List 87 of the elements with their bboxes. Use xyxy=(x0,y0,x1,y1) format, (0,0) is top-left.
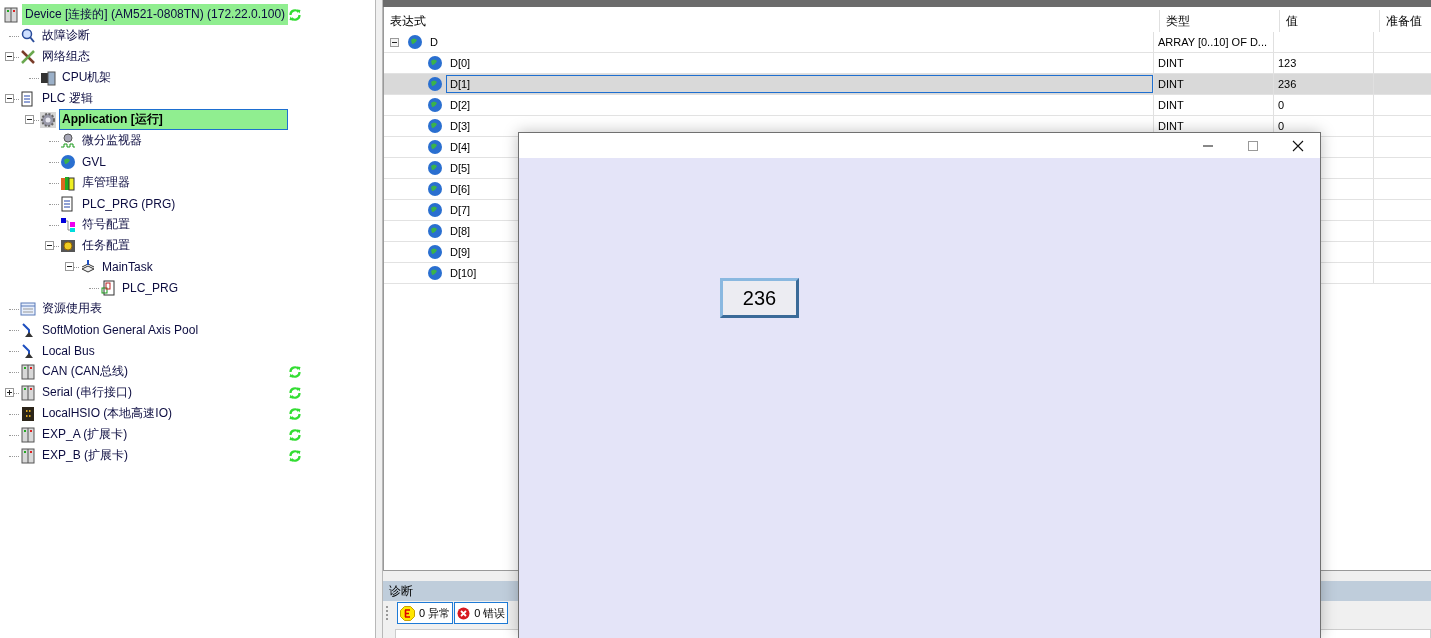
module-icon xyxy=(20,363,36,380)
rack-icon xyxy=(40,69,56,86)
exception-icon xyxy=(400,605,415,621)
tree-item[interactable]: 微分监视器 xyxy=(79,130,145,151)
expander-icon[interactable] xyxy=(390,37,399,47)
globe-icon xyxy=(427,202,443,218)
error-icon xyxy=(457,606,471,620)
globe-icon xyxy=(427,118,443,134)
magnifier-icon xyxy=(20,27,36,44)
tree-item[interactable]: 符号配置 xyxy=(79,214,133,235)
table-cell: 0 xyxy=(1278,120,1285,132)
expander-icon[interactable] xyxy=(5,52,14,61)
value-display[interactable]: 236 xyxy=(720,278,799,318)
tree-item[interactable]: Device [连接的] (AM521-0808TN) (172.22.0.100) xyxy=(22,4,289,25)
column-header: 表达式 xyxy=(389,12,427,30)
tree-item[interactable]: 库管理器 xyxy=(79,172,133,193)
webcam-icon xyxy=(60,132,76,149)
table-cell: DINT xyxy=(1158,57,1184,69)
globe-icon xyxy=(427,55,443,71)
tree-item[interactable]: Application [运行] xyxy=(59,109,288,130)
lever-icon xyxy=(20,342,36,359)
column-header: 值 xyxy=(1279,10,1379,32)
globe-icon xyxy=(427,181,443,197)
table-cell: DINT xyxy=(1158,99,1184,111)
tree-item[interactable]: PLC_PRG (PRG) xyxy=(79,194,179,213)
table-cell: 236 xyxy=(1278,78,1297,90)
table-cell[interactable]: D[2] xyxy=(446,96,1153,114)
globe-icon xyxy=(427,160,443,176)
filter-button[interactable]: 0 错误 xyxy=(454,602,509,624)
globe-icon xyxy=(427,76,443,92)
squares-icon xyxy=(60,216,76,233)
maximize-icon[interactable] xyxy=(1247,139,1259,152)
globe-icon xyxy=(427,265,443,281)
tree-item[interactable]: MainTask xyxy=(99,257,156,276)
globe-icon xyxy=(407,34,423,50)
table-cell: 0 xyxy=(1278,99,1285,111)
tree-item[interactable]: 故障诊断 xyxy=(39,25,93,46)
table-cell: ARRAY [0..10] OF D... xyxy=(1158,36,1268,48)
tools-icon xyxy=(20,48,36,65)
document-icon xyxy=(20,90,36,107)
chip-icon xyxy=(60,237,76,254)
table-cell[interactable]: D xyxy=(426,33,1153,51)
filter-button[interactable]: 0 异常 xyxy=(397,602,454,624)
page-icon xyxy=(100,279,116,296)
expander-icon[interactable] xyxy=(45,241,54,250)
tree-item[interactable]: Local Bus xyxy=(39,341,98,360)
tree-item[interactable]: 任务配置 xyxy=(79,235,133,256)
expander-icon[interactable] xyxy=(25,115,34,124)
module-icon xyxy=(20,447,36,464)
tree-item[interactable]: Serial (串行接口) xyxy=(39,382,135,403)
books-icon xyxy=(60,174,76,191)
table-cell[interactable]: D[1] xyxy=(446,75,1153,93)
table-cell: 123 xyxy=(1278,57,1297,69)
tree-item[interactable]: CAN (CAN总线) xyxy=(39,361,131,382)
stack-icon xyxy=(80,258,96,275)
tree-item[interactable]: LocalHSIO (本地高速IO) xyxy=(39,403,176,424)
tree-item[interactable]: EXP_A (扩展卡) xyxy=(39,424,131,445)
tree-item[interactable]: PLC 逻辑 xyxy=(39,88,96,109)
gear-icon xyxy=(40,111,56,128)
tree-item[interactable]: 网络组态 xyxy=(39,46,93,67)
table-cell: DINT xyxy=(1158,120,1184,132)
tree-item[interactable]: GVL xyxy=(79,152,109,171)
table-cell[interactable]: D[0] xyxy=(446,54,1153,72)
expander-icon[interactable] xyxy=(5,94,14,103)
column-header: 准备值 xyxy=(1379,10,1431,32)
close-icon[interactable] xyxy=(1292,139,1304,152)
globe-icon xyxy=(427,139,443,155)
module-icon xyxy=(20,384,36,401)
column-header: 类型 xyxy=(1159,10,1279,32)
table-cell[interactable]: D[3] xyxy=(446,117,1153,135)
tree-item[interactable]: CPU机架 xyxy=(59,67,115,88)
tree-item[interactable]: EXP_B (扩展卡) xyxy=(39,445,131,466)
globe-icon xyxy=(427,244,443,260)
expander-icon[interactable] xyxy=(65,262,74,271)
globe-icon xyxy=(427,97,443,113)
expander-icon[interactable] xyxy=(5,388,14,397)
document-icon xyxy=(60,195,76,212)
tree-item[interactable]: SoftMotion General Axis Pool xyxy=(39,320,202,339)
module-icon xyxy=(3,6,19,23)
module-icon xyxy=(20,426,36,443)
terminal-icon xyxy=(20,405,36,422)
lever-icon xyxy=(20,321,36,338)
tree-item[interactable]: PLC_PRG xyxy=(119,278,182,297)
table-cell: DINT xyxy=(1158,78,1184,90)
globe-icon xyxy=(427,223,443,239)
globe-icon xyxy=(60,153,76,170)
tree-item[interactable]: 资源使用表 xyxy=(39,298,105,319)
